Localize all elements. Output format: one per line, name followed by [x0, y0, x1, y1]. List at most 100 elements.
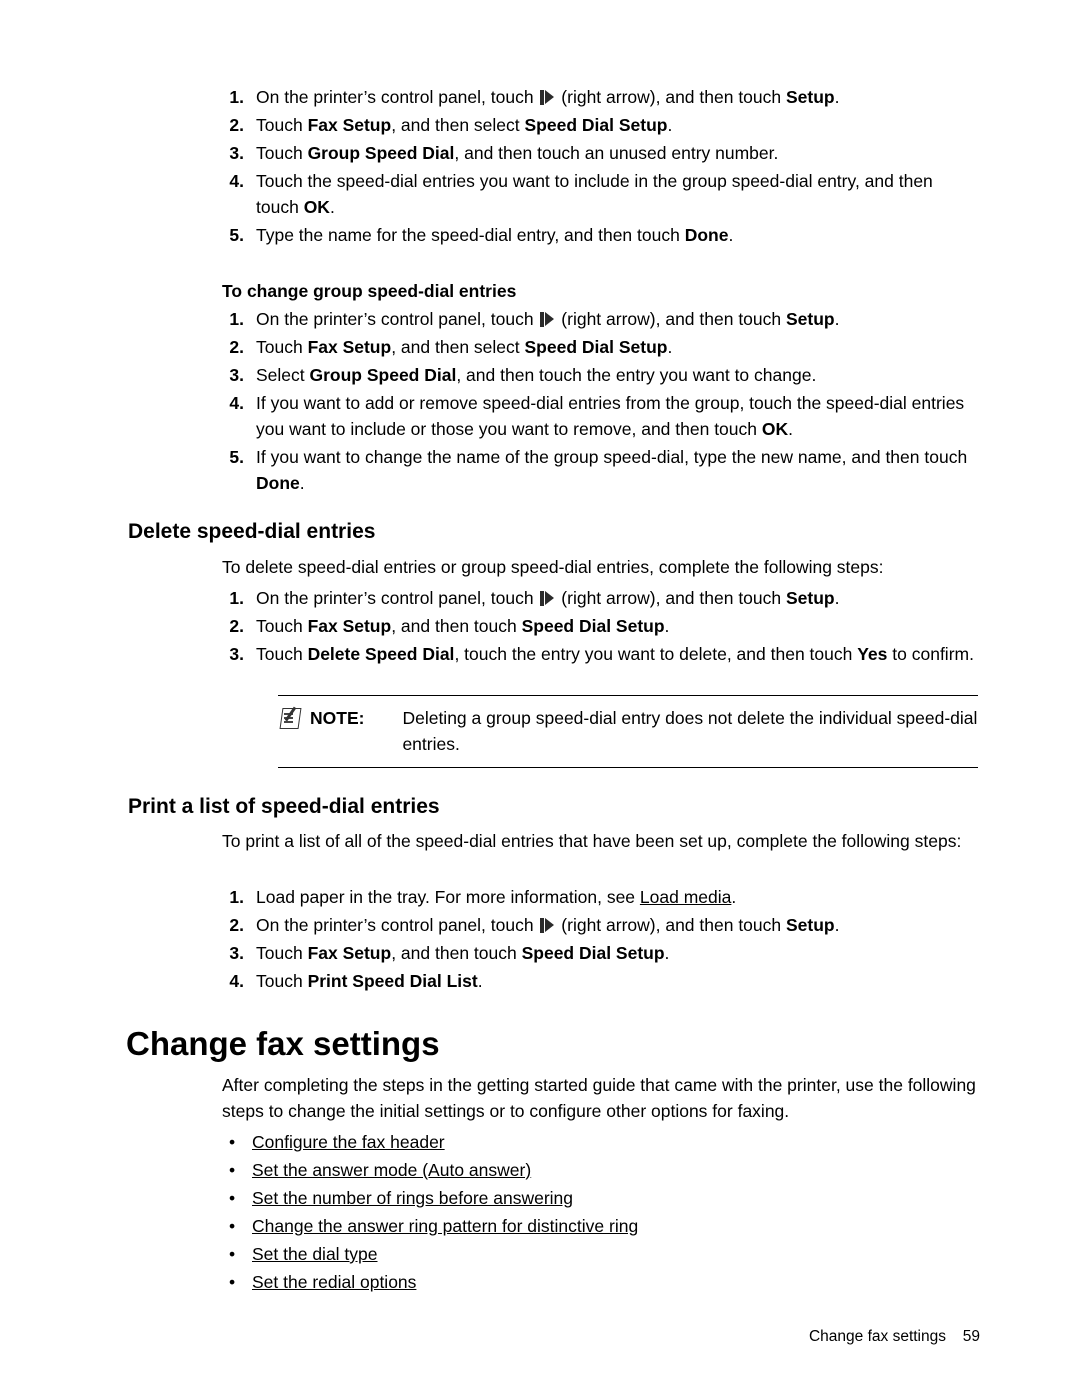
step-bold-term: Setup — [786, 87, 835, 107]
delete-section-heading: Delete speed-dial entries — [128, 520, 376, 543]
step-text-end: . — [834, 87, 840, 107]
step-body: Type the name for the speed-dial entry, … — [256, 222, 978, 248]
list-item: 2. Touch Fax Setup, and then select Speed… — [222, 112, 978, 138]
step-text: Touch — [256, 115, 308, 135]
step-text: . — [667, 337, 673, 357]
step-number: 3. — [229, 365, 244, 385]
list-item: 1. On the printer’s control panel, touch … — [222, 306, 978, 332]
change-group-heading: To change group speed-dial entries — [222, 281, 517, 301]
step-body: On the printer’s control panel, touch (r… — [256, 912, 978, 938]
step-body: Touch Fax Setup, and then select Speed D… — [256, 112, 978, 138]
step-text: , and then touch an unused entry number. — [454, 143, 779, 163]
list-item: 3. Select Group Speed Dial, and then touc… — [222, 362, 978, 388]
step-number: 1. — [229, 87, 244, 107]
change-group-steps-list: 1. On the printer’s control panel, touch … — [222, 306, 978, 498]
step-text-mid: (right arrow), and then touch — [556, 588, 786, 608]
step-body: Touch Delete Speed Dial, touch the entry… — [256, 641, 978, 667]
step-body: Touch Fax Setup, and then touch Speed Di… — [256, 940, 978, 966]
step-number: 1. — [229, 887, 244, 907]
step-bold-term: Fax Setup — [307, 943, 392, 963]
step-text-end: . — [834, 588, 840, 608]
step-body: Touch Group Speed Dial, and then touch a… — [256, 140, 978, 166]
step-body: Load paper in the tray. For more informa… — [256, 884, 978, 910]
step-bold-term: Setup — [786, 915, 835, 935]
step-text-pre: On the printer’s control panel, touch — [256, 588, 539, 608]
step-bold-term: Fax Setup — [307, 337, 392, 357]
bullet-marker: • — [229, 1216, 236, 1236]
step-number: 4. — [229, 171, 244, 191]
right-arrow-icon — [540, 918, 555, 933]
step-bold-term: Speed Dial Setup — [524, 337, 668, 357]
step-bold-term: Setup — [786, 309, 835, 329]
step-bold-term: Done — [256, 473, 300, 493]
note-text: Deleting a group speed-dial entry does n… — [402, 708, 978, 754]
chapter-link[interactable]: Set the dial type — [252, 1240, 378, 1268]
step-bold-term: Print Speed Dial List — [307, 971, 478, 991]
step-text-pre: On the printer’s control panel, touch — [256, 309, 539, 329]
step-body: Touch the speed-dial entries you want to… — [256, 168, 978, 220]
step-number: 5. — [229, 225, 244, 245]
step-text: . — [731, 887, 737, 907]
step-text-end: . — [834, 309, 840, 329]
step-number: 1. — [229, 309, 244, 329]
step-number: 1. — [229, 588, 244, 608]
chapter-link[interactable]: Configure the fax header — [252, 1128, 445, 1156]
note-body: NOTE: Deleting a group speed-dial entry … — [278, 696, 978, 767]
step-bold-term: Speed Dial Setup — [524, 115, 668, 135]
chapter-link[interactable]: Set the redial options — [252, 1268, 416, 1296]
step-text-pre: On the printer’s control panel, touch — [256, 87, 539, 107]
footer-page-number: 59 — [962, 1328, 980, 1345]
step-text: . — [299, 473, 305, 493]
step-text: Touch — [256, 644, 308, 664]
step-bold-term: Done — [684, 225, 729, 245]
step-bold-term: Group Speed Dial — [309, 365, 457, 385]
cross-reference-link[interactable]: Load media — [640, 887, 731, 907]
step-body: On the printer’s control panel, touch (r… — [256, 306, 978, 332]
step-bold-term: Speed Dial Setup — [521, 616, 665, 636]
list-item: 5. Type the name for the speed-dial entry… — [222, 222, 978, 248]
step-text: , and then touch — [391, 616, 522, 636]
step-text: to confirm. — [887, 644, 974, 664]
step-text: If you want to add or remove speed-dial … — [256, 393, 965, 439]
delete-steps-list: 1. On the printer’s control panel, touch … — [222, 585, 978, 669]
chapter-link[interactable]: Set the number of rings before answering — [252, 1184, 573, 1212]
chapter-link[interactable]: Change the answer ring pattern for disti… — [252, 1212, 638, 1240]
list-item: 3. Touch Fax Setup, and then touch Speed … — [222, 940, 978, 966]
list-item: 1. On the printer’s control panel, touch … — [222, 585, 978, 611]
list-item: 4. Touch Print Speed Dial List. — [222, 968, 978, 994]
step-body: Select Group Speed Dial, and then touch … — [256, 362, 978, 388]
right-arrow-icon — [540, 312, 555, 327]
chapter-link[interactable]: Set the answer mode (Auto answer) — [252, 1156, 531, 1184]
step-text: , and then touch — [391, 943, 522, 963]
list-item: 1. On the printer’s control panel, touch … — [222, 84, 978, 110]
step-number: 3. — [229, 943, 244, 963]
document-page: 1. On the printer’s control panel, touch … — [0, 0, 1080, 1397]
list-item: 3. Touch Delete Speed Dial, touch the ent… — [222, 641, 978, 667]
list-item: • Set the number of rings before answerin… — [222, 1184, 978, 1212]
step-bold-term: OK — [761, 419, 789, 439]
note-pencil-icon — [278, 706, 306, 730]
step-text: Touch — [256, 337, 308, 357]
step-text: . — [477, 971, 483, 991]
step-body: If you want to change the name of the gr… — [256, 444, 978, 496]
list-item: 1. Load paper in the tray. For more infor… — [222, 884, 978, 910]
list-item: • Change the answer ring pattern for dist… — [222, 1212, 978, 1240]
note-label: NOTE: — [310, 708, 365, 728]
list-item: 2. Touch Fax Setup, and then select Speed… — [222, 334, 978, 360]
step-bold-term: OK — [303, 197, 330, 217]
step-number: 4. — [229, 971, 244, 991]
print-intro-text: To print a list of all of the speed-dial… — [222, 831, 962, 851]
list-item: 2. On the printer’s control panel, touch … — [222, 912, 978, 938]
step-text: Load paper in the tray. For more informa… — [256, 887, 640, 907]
list-item: • Set the redial options — [222, 1268, 978, 1296]
step-bold-term: Speed Dial Setup — [521, 943, 665, 963]
step-text: . — [667, 115, 673, 135]
step-text: , touch the entry you want to delete, an… — [454, 644, 858, 664]
chapter-intro-text: After completing the steps in the gettin… — [222, 1075, 976, 1121]
list-item: 4. Touch the speed-dial entries you want … — [222, 168, 978, 220]
step-text: Type the name for the speed-dial entry, … — [256, 225, 685, 245]
step-bold-term: Fax Setup — [307, 616, 392, 636]
print-section-heading: Print a list of speed-dial entries — [128, 795, 440, 818]
step-text: . — [329, 197, 335, 217]
note-box: NOTE: Deleting a group speed-dial entry … — [278, 695, 978, 768]
